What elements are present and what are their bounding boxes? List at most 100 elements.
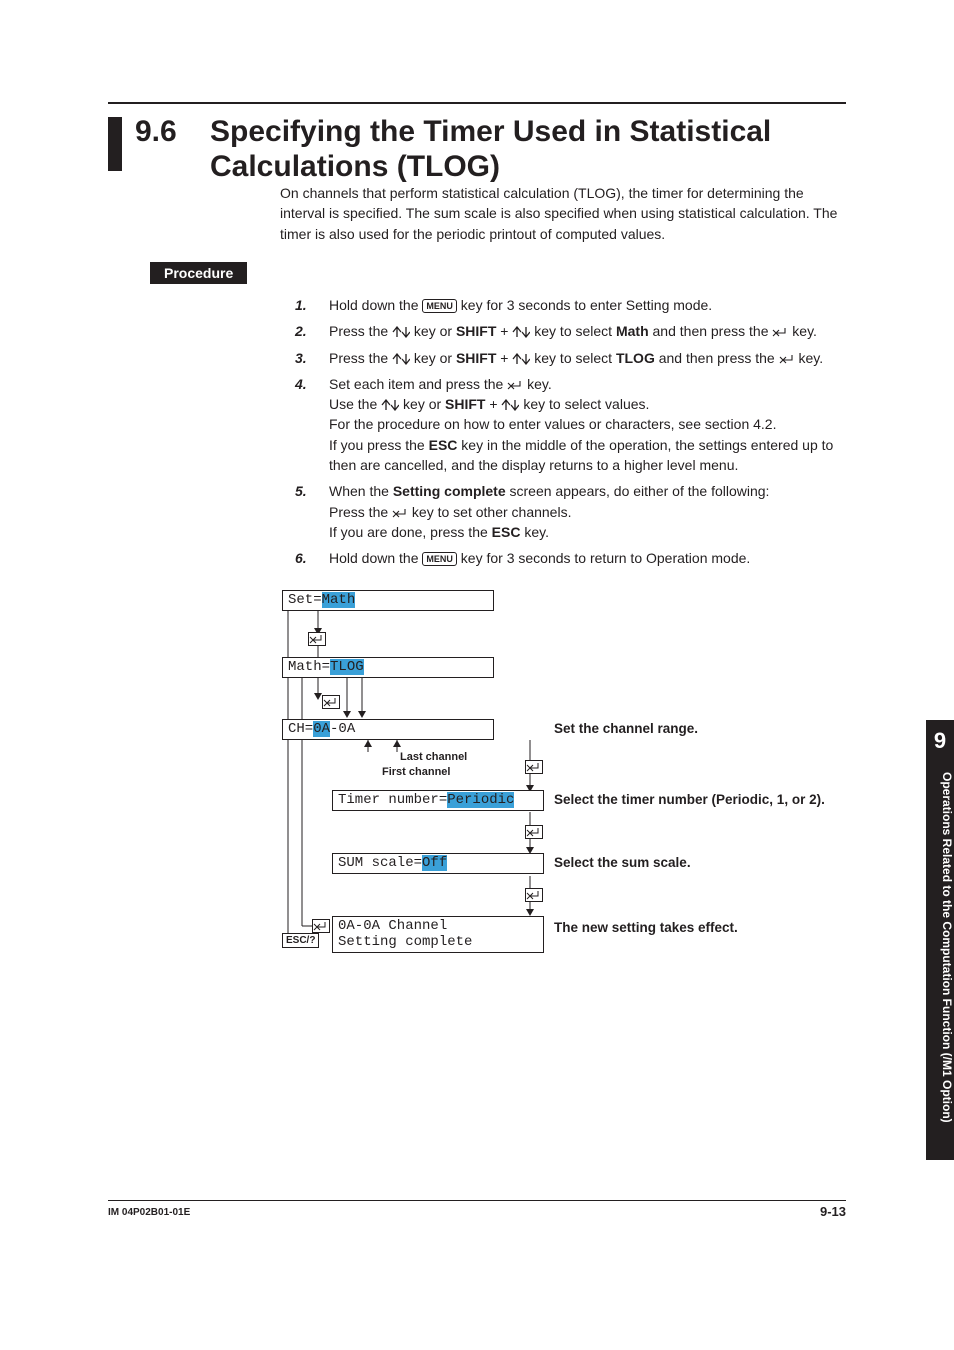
intro-paragraph: On channels that perform statistical cal… [280,183,846,244]
step-text: key. [788,323,817,339]
step-text: key. [795,350,824,366]
enter-icon [525,760,543,779]
step-number: 2. [295,321,307,341]
step-5: 5. When the Setting complete screen appe… [295,481,846,542]
step-text: key to set other channels. [408,504,571,520]
step-text: If you are done, press the [329,524,492,540]
diagram-text: Math= [288,659,330,675]
diagram-box-set: Set=Math [282,590,494,611]
chapter-tab-text: Operations Related to the Computation Fu… [926,772,954,1152]
step-text: If you press the [329,437,429,453]
step-text: key for 3 seconds to return to Operation… [457,550,750,566]
updown-icon [512,350,530,366]
diagram-text: Timer number= [338,792,447,808]
step-text: key or [399,396,445,412]
diagram-text: Setting complete [338,934,472,950]
enter-icon [779,350,795,366]
step-number: 5. [295,481,307,501]
step-text: Hold down the [329,297,422,313]
step-text: and then press the [649,323,773,339]
diagram-text: CH= [288,721,313,737]
step-text: key or [410,350,456,366]
step-text: For the procedure on how to enter values… [329,416,776,432]
step-number: 6. [295,548,307,568]
diagram-box-timer: Timer number=Periodic [332,790,544,811]
first-channel-label: First channel [382,766,450,778]
step-text: Hold down the [329,550,422,566]
procedure-heading: Procedure [150,262,247,284]
diagram-caption: Set the channel range. [554,721,698,736]
step-1: 1. Hold down the MENU key for 3 seconds … [295,295,846,315]
step-6: 6. Hold down the MENU key for 3 seconds … [295,548,846,568]
step-text: Use the [329,396,381,412]
diagram-text: Set= [288,592,322,608]
step-3: 3. Press the key or SHIFT + key to selec… [295,348,846,368]
math-word: Math [616,323,649,339]
updown-icon [392,323,410,339]
esc-key: ESC [492,524,521,540]
step-text: When the [329,483,393,499]
section-number: 9.6 [135,115,177,149]
diagram-box-math: Math=TLOG [282,657,494,678]
step-text: Press the [329,504,392,520]
diagram-highlight: Math [322,592,356,608]
flow-diagram: Set=Math Math=TLOG CH=0A-0A Last channel… [282,590,842,960]
diagram-highlight: Periodic [447,792,514,808]
diagram-text: SUM scale= [338,855,422,871]
shift-key: SHIFT [445,396,485,412]
diagram-box-complete: 0A-0A Channel Setting complete [332,916,544,953]
diagram-text: 0A-0A Channel [338,918,447,934]
step-text: + [496,350,512,366]
diagram-caption: Select the sum scale. [554,855,691,870]
enter-icon [525,888,543,907]
step-text: + [496,323,512,339]
rule-bottom [108,1200,846,1201]
step-text: and then press the [655,350,779,366]
footer-doc-id: IM 04P02B01-01E [108,1207,190,1218]
step-text: key to select [530,323,616,339]
diagram-box-ch: CH=0A-0A [282,719,494,740]
section-number-bar [108,117,122,171]
step-number: 1. [295,295,307,315]
enter-icon [392,504,408,520]
enter-icon [507,376,523,392]
rule-top [108,102,846,104]
step-text: key or [410,323,456,339]
footer-page-number: 9-13 [820,1204,846,1219]
step-text: Press the [329,323,392,339]
step-text: key. [520,524,549,540]
enter-icon [322,695,340,714]
procedure-steps: 1. Hold down the MENU key for 3 seconds … [295,295,846,575]
step-text: Press the [329,350,392,366]
chapter-tab: 9 Operations Related to the Computation … [926,720,954,1160]
chapter-tab-number: 9 [926,720,954,754]
step-text: key to select values. [519,396,649,412]
step-text: screen appears, do either of the followi… [506,483,770,499]
tlog-word: TLOG [616,350,655,366]
step-text: key for 3 seconds to enter Setting mode. [457,297,712,313]
step-text: key to select [530,350,616,366]
setting-complete: Setting complete [393,483,506,499]
enter-icon [772,323,788,339]
diagram-highlight: 0A [313,721,330,737]
esc-key-box: ESC/? [282,933,319,948]
updown-icon [501,396,519,412]
section-title: Specifying the Timer Used in Statistical… [210,115,846,184]
step-number: 4. [295,374,307,394]
menu-key-icon: MENU [422,299,457,313]
menu-key-icon: MENU [422,552,457,566]
enter-icon [525,825,543,844]
updown-icon [512,323,530,339]
step-4: 4. Set each item and press the key. Use … [295,374,846,475]
step-text: Set each item and press the [329,376,507,392]
diagram-highlight: Off [422,855,447,871]
enter-icon [308,632,326,651]
step-text: key. [523,376,552,392]
diagram-caption: Select the timer number (Periodic, 1, or… [554,792,825,807]
step-2: 2. Press the key or SHIFT + key to selec… [295,321,846,341]
diagram-box-sumscale: SUM scale=Off [332,853,544,874]
shift-key: SHIFT [456,323,496,339]
diagram-highlight: TLOG [330,659,364,675]
diagram-caption: The new setting takes effect. [554,920,738,935]
updown-icon [392,350,410,366]
